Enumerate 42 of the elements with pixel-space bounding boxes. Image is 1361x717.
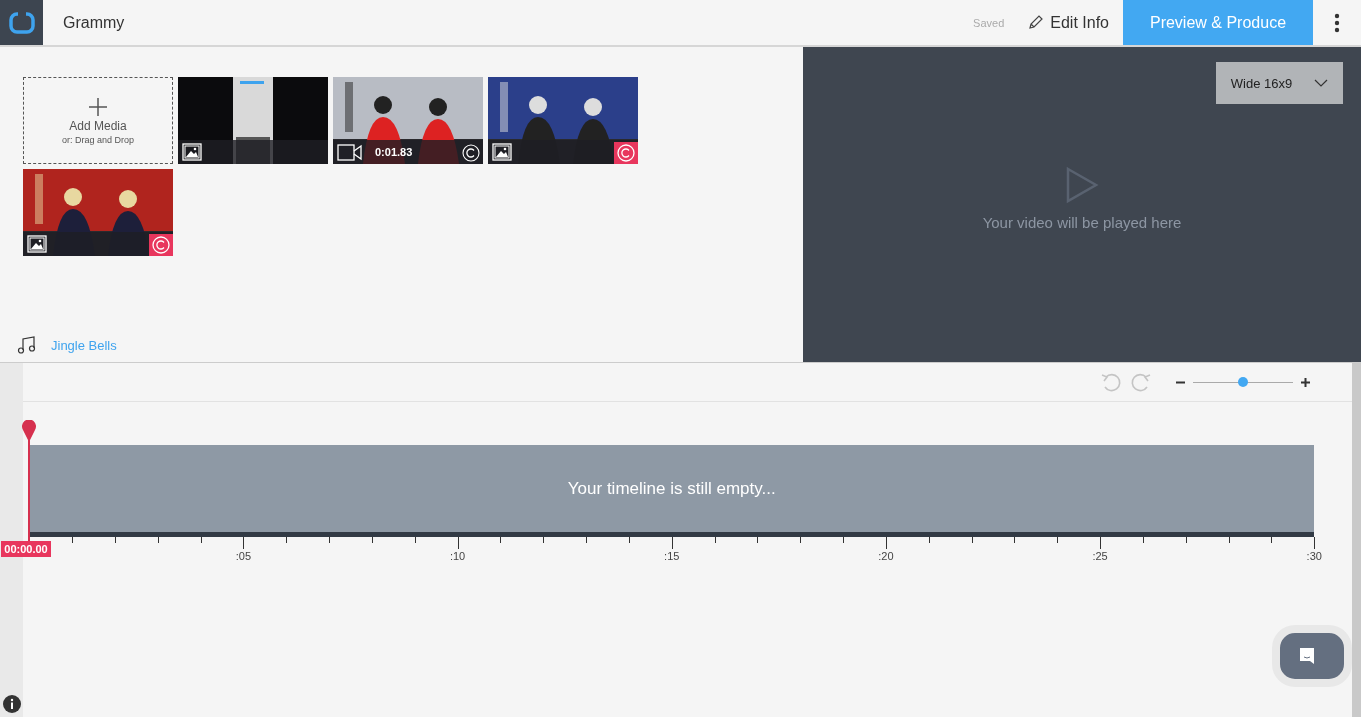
save-status: Saved xyxy=(973,16,1005,29)
player-empty-message: Your video will be played here xyxy=(982,213,1182,233)
zoom-in-button[interactable] xyxy=(1301,377,1311,387)
ruler-label: :10 xyxy=(449,550,466,562)
edit-info-button[interactable]: Edit Info xyxy=(1028,13,1109,32)
project-title: Grammy xyxy=(63,13,126,32)
empty-timeline-message: Your timeline is still empty... xyxy=(567,478,776,499)
image-icon xyxy=(182,143,202,161)
image-icon xyxy=(492,143,512,161)
copyright-flag-badge[interactable] xyxy=(149,234,173,256)
chat-button[interactable] xyxy=(1272,625,1353,687)
zoom-slider[interactable] xyxy=(1193,377,1294,387)
ruler-label: :15 xyxy=(664,550,680,562)
copyright-icon xyxy=(152,236,170,254)
logo-icon[interactable] xyxy=(8,10,35,35)
ruler-label: :05 xyxy=(235,550,252,562)
add-media-label: Add Media xyxy=(69,118,127,133)
plus-icon xyxy=(88,96,108,117)
copyright-flag-badge[interactable] xyxy=(614,142,638,164)
playhead[interactable] xyxy=(21,420,38,542)
pencil-icon xyxy=(1028,15,1044,30)
add-media-tile[interactable]: Add Media or: Drag and Drop xyxy=(23,77,173,164)
playhead-time: 00:00.00 xyxy=(1,541,51,557)
copyright-badge[interactable] xyxy=(459,142,483,164)
clip-duration: 0:01.83 xyxy=(375,146,413,158)
aspect-ratio-dropdown[interactable]: Wide 16x9 xyxy=(1216,62,1343,104)
copyright-icon xyxy=(462,144,480,162)
chat-icon xyxy=(1298,647,1317,665)
ruler-label: :30 xyxy=(1306,550,1322,562)
scrollbar[interactable] xyxy=(1352,363,1361,717)
copyright-icon xyxy=(617,144,635,162)
image-icon xyxy=(27,235,47,253)
chevron-down-icon xyxy=(1314,79,1329,87)
more-icon xyxy=(1334,12,1340,33)
info-icon[interactable] xyxy=(2,695,21,713)
music-note-icon xyxy=(17,336,37,354)
drag-drop-hint: or: Drag and Drop xyxy=(61,134,134,145)
ruler-label: :25 xyxy=(1092,550,1108,562)
ruler-label: :20 xyxy=(878,550,894,562)
video-camera-icon xyxy=(337,143,363,161)
zoom-slider-thumb[interactable] xyxy=(1238,377,1249,387)
play-icon xyxy=(1065,166,1099,204)
